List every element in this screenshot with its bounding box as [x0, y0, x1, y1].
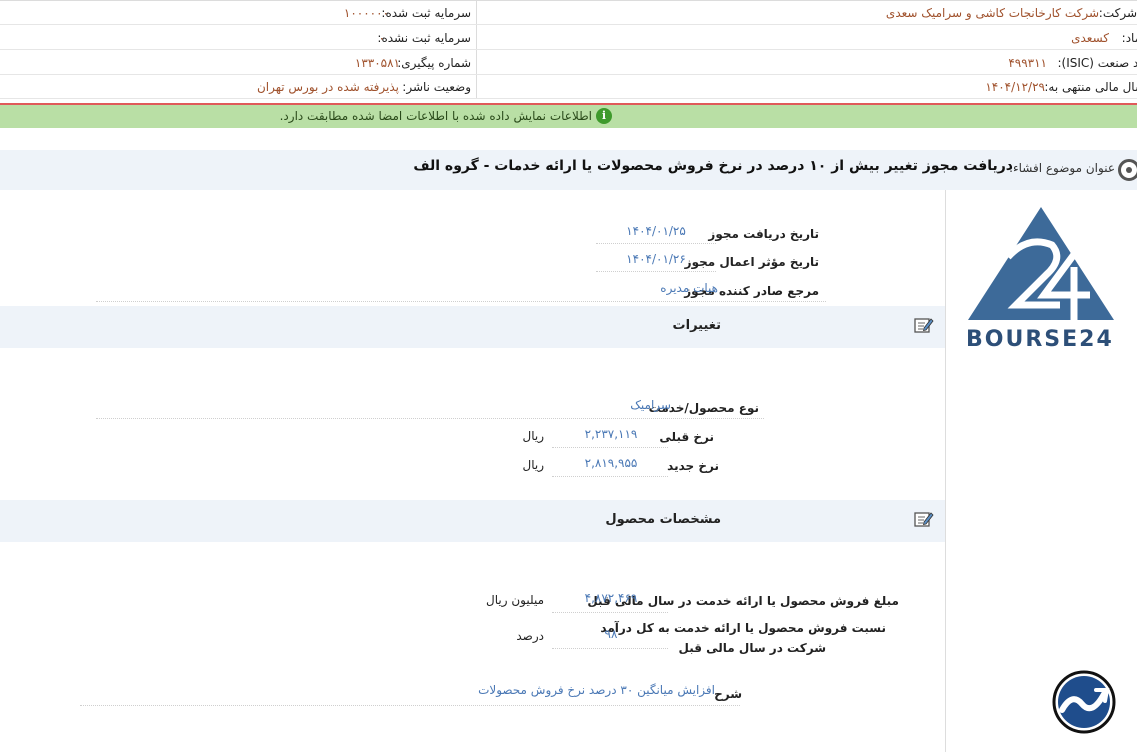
symbol-label: نماد:	[1121, 31, 1137, 45]
product-type-value: سرامیک	[630, 398, 671, 412]
changes-section-header: تغییرات	[0, 306, 945, 348]
info-icon: i	[596, 108, 612, 124]
divider	[596, 271, 716, 272]
ratio-value: ۹۸	[604, 627, 618, 641]
header-row-3: کد صنعت (ISIC): ۴۹۹۳۱۱ شماره پیگیری: ۱۳۳…	[0, 51, 1137, 75]
company-header: شرکت: شرکت کارخانجات کاشی و سرامیک سعدی …	[0, 0, 1137, 100]
product-specs-section-header: مشخصات محصول	[0, 500, 945, 542]
radio-bullet-icon	[1118, 159, 1137, 181]
chart-trend-badge-icon[interactable]	[1052, 670, 1116, 734]
divider	[552, 476, 668, 477]
divider	[96, 301, 826, 302]
disclosure-title-label: عنوان موضوع افشاء:	[1008, 161, 1115, 175]
ratio-unit: درصد	[516, 629, 544, 643]
sales-unit: میلیون ریال	[486, 593, 544, 607]
divider	[596, 243, 716, 244]
publisher-label: وضعیت ناشر:	[402, 80, 471, 94]
reg-capital-value: ۱۰۰۰۰۰۰	[343, 6, 389, 20]
isic-value: ۴۹۹۳۱۱	[1008, 56, 1047, 70]
reg-capital-label: سرمایه ثبت شده:	[381, 6, 471, 20]
changes-section-title: تغییرات	[672, 318, 721, 333]
tracking-label: شماره پیگیری:	[397, 56, 471, 70]
notice-text: اطلاعات نمایش داده شده با اطلاعات امضا ش…	[279, 109, 592, 123]
permit-received-label: تاریخ دریافت مجوز	[708, 227, 819, 241]
header-row-4: سال مالی منتهی به: ۱۴۰۴/۱۲/۲۹ وضعیت ناشر…	[0, 75, 1137, 99]
description-label: شرح	[714, 687, 742, 701]
sales-value: ۴,۸۷۲,۴۶۹	[584, 591, 638, 605]
fiscal-value: ۱۴۰۴/۱۲/۲۹	[985, 80, 1045, 94]
company-label: شرکت:	[1098, 6, 1137, 20]
company-value: شرکت کارخانجات کاشی و سرامیک سعدی	[885, 6, 1099, 20]
content-border	[945, 190, 946, 752]
divider	[552, 648, 668, 649]
edit-note-icon	[914, 318, 934, 333]
disclosure-title-bar: عنوان موضوع افشاء: دریافت مجوز تغییر بیش…	[0, 150, 1137, 190]
symbol-value: کسعدی	[1071, 31, 1109, 45]
description-value: افزایش میانگین ۳۰ درصد نرخ فروش محصولات	[478, 683, 715, 697]
publisher-value: پذیرفته شده در بورس تهران	[256, 80, 399, 94]
divider	[552, 447, 668, 448]
header-row-1: شرکت: شرکت کارخانجات کاشی و سرامیک سعدی …	[0, 1, 1137, 25]
ratio-label-line2: شرکت در سال مالی قبل	[678, 641, 827, 655]
new-rate-label: نرخ جدید	[667, 459, 719, 473]
new-rate-value: ۲,۸۱۹,۹۵۵	[584, 456, 638, 470]
logo-text: BOURSE24	[966, 327, 1114, 352]
prev-rate-label: نرخ قبلی	[659, 430, 714, 444]
edit-note-icon	[914, 512, 934, 527]
header-row-2: نماد: کسعدی سرمایه ثبت نشده: ۰	[0, 26, 1137, 50]
disclosure-title: دریافت مجوز تغییر بیش از ۱۰ درصد در نرخ …	[413, 158, 1013, 174]
verification-notice: i اطلاعات نمایش داده شده با اطلاعات امضا…	[0, 105, 1137, 128]
product-specs-section-title: مشخصات محصول	[605, 512, 721, 527]
prev-rate-value: ۲,۲۳۷,۱۱۹	[584, 427, 638, 441]
isic-label: کد صنعت (ISIC):	[1057, 56, 1137, 70]
permit-received-value: ۱۴۰۴/۰۱/۲۵	[626, 224, 686, 238]
permit-issuer-value: هیات مدیره	[660, 281, 718, 295]
divider	[96, 418, 764, 419]
unreg-capital-value: ۰	[378, 31, 385, 45]
permit-effective-value: ۱۴۰۴/۰۱/۲۶	[626, 252, 686, 266]
divider	[552, 612, 668, 613]
tracking-value: ۱۳۳۰۵۸۱	[354, 56, 400, 70]
fiscal-label: سال مالی منتهی به:	[1044, 80, 1137, 94]
new-rate-unit: ریال	[522, 458, 544, 472]
unreg-capital-label: سرمایه ثبت نشده:	[377, 31, 471, 45]
prev-rate-unit: ریال	[522, 429, 544, 443]
divider	[80, 705, 740, 706]
